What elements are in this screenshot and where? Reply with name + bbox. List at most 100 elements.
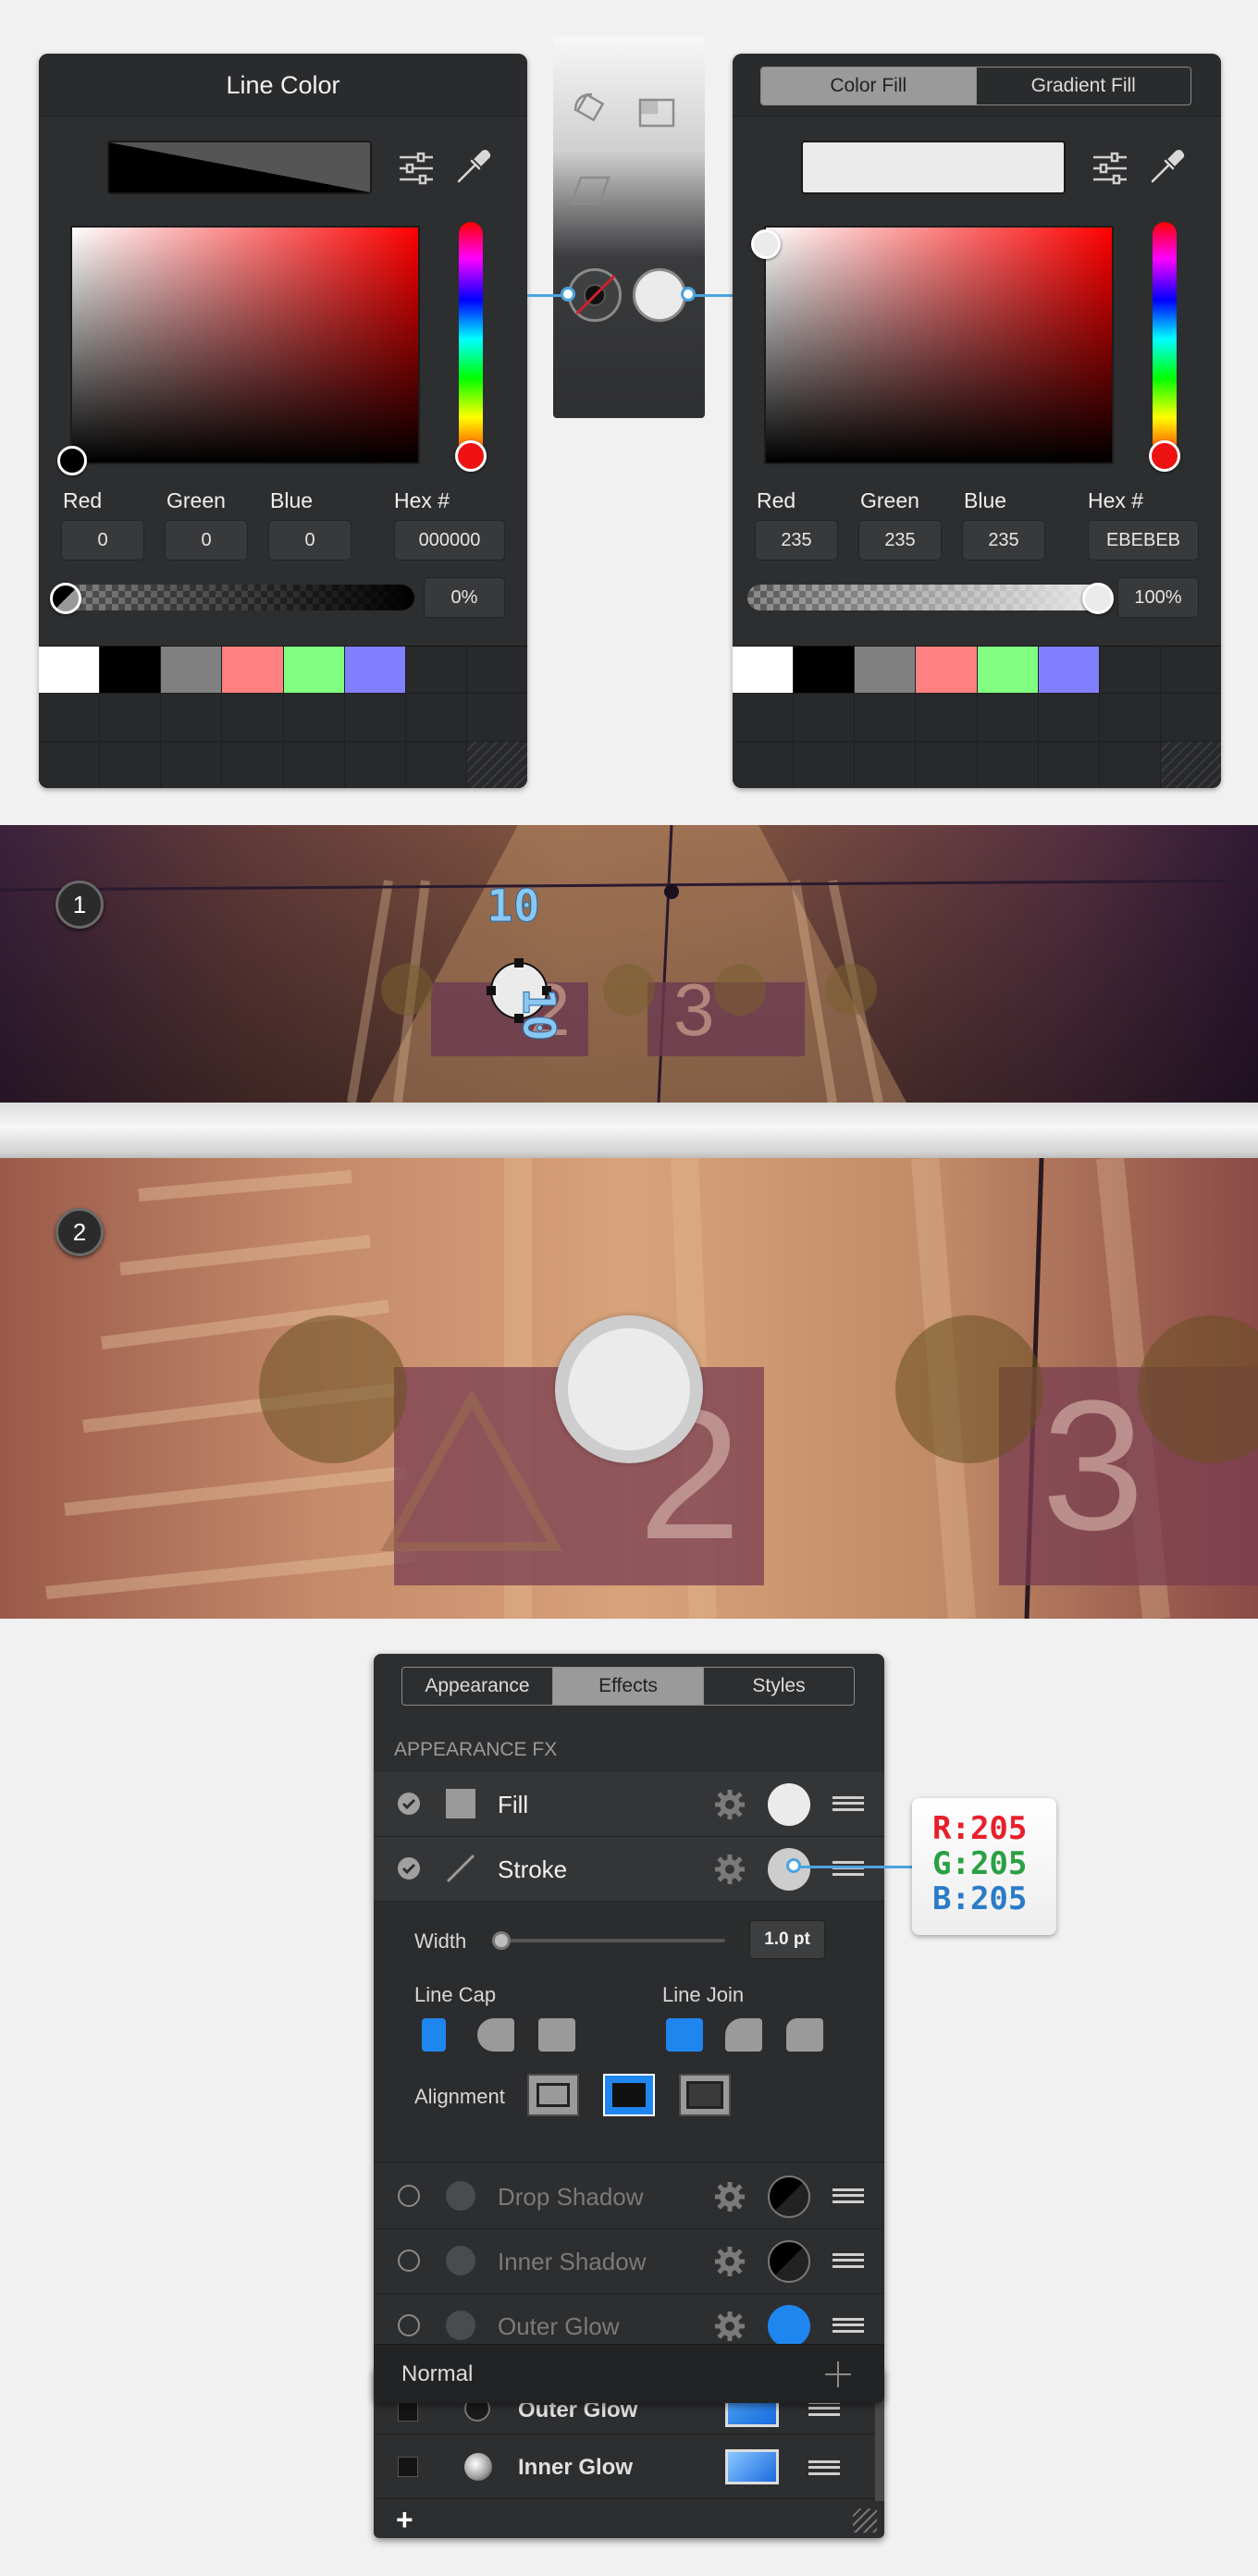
swatch-cell[interactable] — [39, 694, 100, 741]
fill-enabled-check-icon[interactable] — [398, 1793, 420, 1815]
swatch-cell[interactable] — [794, 694, 855, 741]
square-cap-button[interactable] — [538, 2018, 575, 2052]
swatch-cell[interactable] — [977, 694, 1038, 741]
swatch-cell[interactable] — [222, 694, 283, 741]
opacity-slider[interactable] — [54, 585, 414, 610]
stroke-enabled-check-icon[interactable] — [398, 1857, 420, 1880]
outer-glow-radio[interactable] — [398, 2314, 420, 2336]
opacity-field[interactable]: 100% — [1117, 577, 1199, 618]
opacity-field[interactable]: 0% — [424, 577, 505, 618]
swatch-cell[interactable] — [344, 694, 405, 741]
butt-cap-button[interactable] — [422, 2018, 446, 2052]
swatch-cell[interactable] — [161, 647, 222, 694]
swatch-cell[interactable] — [283, 741, 344, 788]
swatch-cell[interactable] — [977, 741, 1038, 788]
swatch-cell[interactable] — [100, 694, 161, 741]
sliders-icon[interactable] — [1090, 148, 1130, 189]
swatch-cell[interactable] — [466, 694, 527, 741]
swatch-cell[interactable] — [344, 741, 405, 788]
drop-shadow-radio[interactable] — [398, 2185, 420, 2207]
glow-swatch[interactable] — [725, 2449, 779, 2484]
swatch-cell[interactable] — [1038, 647, 1099, 694]
swatch-cell[interactable] — [1099, 647, 1160, 694]
opacity-slider-knob[interactable] — [50, 583, 81, 614]
fill-color-swatch[interactable] — [768, 1783, 810, 1826]
gear-icon[interactable] — [714, 2246, 746, 2277]
skew-icon[interactable] — [570, 170, 610, 211]
drag-handle-icon[interactable] — [832, 2188, 864, 2203]
swatch-cell[interactable] — [100, 741, 161, 788]
inner-shadow-row[interactable]: Inner Shadow — [374, 2229, 884, 2294]
tab-appearance[interactable]: Appearance — [402, 1668, 552, 1705]
drag-handle-icon[interactable] — [808, 2460, 840, 2475]
swatch-cell[interactable] — [733, 694, 794, 741]
swatch-cell[interactable] — [1160, 647, 1221, 694]
selection-handle[interactable] — [514, 958, 524, 968]
tab-color-fill[interactable]: Color Fill — [761, 68, 976, 105]
align-center-button[interactable] — [603, 2074, 655, 2116]
blue-field[interactable]: 235 — [962, 520, 1045, 561]
width-slider-knob[interactable] — [492, 1931, 511, 1950]
sv-picker-knob[interactable] — [751, 229, 781, 259]
swatch-cell[interactable] — [1038, 741, 1099, 788]
hex-field[interactable]: 000000 — [394, 520, 505, 561]
round-join-button[interactable] — [725, 2018, 762, 2052]
swatch-cell[interactable] — [466, 741, 527, 788]
drag-handle-icon[interactable] — [832, 1861, 864, 1876]
sliders-icon[interactable] — [396, 148, 437, 189]
swatch-cell[interactable] — [466, 647, 527, 694]
swatch-cell[interactable] — [222, 647, 283, 694]
tab-styles[interactable]: Styles — [703, 1668, 854, 1705]
blend-mode-select[interactable]: Normal — [401, 2361, 473, 2387]
green-field[interactable]: 235 — [858, 520, 942, 561]
inner-shadow-radio[interactable] — [398, 2249, 420, 2272]
drag-handle-icon[interactable] — [832, 2253, 864, 2268]
swatch-cell[interactable] — [405, 694, 466, 741]
resize-grip-icon[interactable] — [853, 2508, 877, 2533]
swatch-cell[interactable] — [100, 647, 161, 694]
checkbox[interactable] — [398, 2457, 418, 2477]
opacity-slider[interactable] — [747, 585, 1108, 610]
drag-handle-icon[interactable] — [832, 2318, 864, 2333]
checkbox[interactable] — [398, 2401, 418, 2422]
green-field[interactable]: 0 — [165, 520, 248, 561]
round-cap-button[interactable] — [477, 2018, 514, 2052]
swatch-cell[interactable] — [39, 647, 100, 694]
eyedropper-icon[interactable] — [1147, 146, 1188, 187]
swatch-cell[interactable] — [161, 694, 222, 741]
drop-shadow-row[interactable]: Drop Shadow — [374, 2164, 884, 2229]
fill-row[interactable]: Fill — [374, 1772, 884, 1837]
swatch-cell[interactable] — [733, 741, 794, 788]
align-inside-button[interactable] — [527, 2074, 579, 2116]
tab-effects[interactable]: Effects — [552, 1668, 703, 1705]
drag-handle-icon[interactable] — [808, 2401, 840, 2416]
bevel-join-button[interactable] — [786, 2018, 823, 2052]
swatch-cell[interactable] — [733, 647, 794, 694]
hue-slider[interactable] — [1153, 222, 1177, 466]
swatch-cell[interactable] — [405, 741, 466, 788]
swatch-cell[interactable] — [344, 647, 405, 694]
swatch-cell[interactable] — [1038, 694, 1099, 741]
swatch-cell[interactable] — [283, 694, 344, 741]
drag-handle-icon[interactable] — [832, 1796, 864, 1811]
add-effect-icon[interactable] — [823, 2360, 853, 2389]
blue-field[interactable]: 0 — [268, 520, 352, 561]
fill-color-well[interactable] — [633, 268, 686, 322]
swatch-cell[interactable] — [916, 694, 977, 741]
saturation-value-picker[interactable] — [70, 226, 420, 464]
width-slider[interactable] — [498, 1939, 725, 1942]
swatch-cell[interactable] — [222, 741, 283, 788]
width-value[interactable]: 1.0 pt — [749, 1920, 825, 1959]
swatch-cell[interactable] — [39, 741, 100, 788]
stroke-color-well[interactable] — [568, 268, 622, 322]
sv-picker-knob[interactable] — [57, 446, 87, 475]
drop-shadow-color-swatch[interactable] — [768, 2175, 810, 2218]
hue-slider-knob[interactable] — [1149, 440, 1180, 472]
stroke-row[interactable]: Stroke — [374, 1837, 884, 1902]
swatch-cell[interactable] — [405, 647, 466, 694]
gear-icon[interactable] — [714, 1854, 746, 1885]
gear-icon[interactable] — [714, 2311, 746, 2342]
swatch-cell[interactable] — [161, 741, 222, 788]
swatch-cell[interactable] — [855, 741, 916, 788]
inner-shadow-color-swatch[interactable] — [768, 2240, 810, 2283]
